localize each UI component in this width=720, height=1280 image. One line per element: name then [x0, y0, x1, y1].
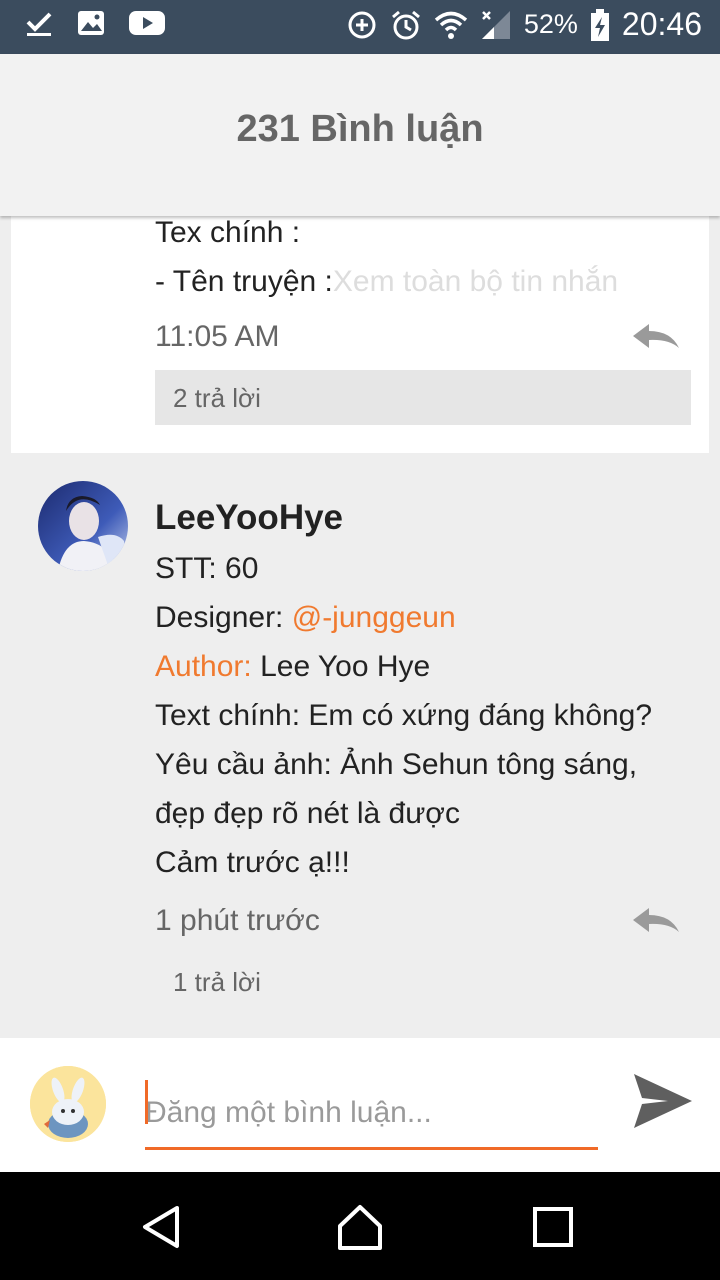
comment-timestamp: 11:05 AM	[155, 320, 280, 353]
comment-text-fragment: - Tên truyện :	[155, 265, 333, 298]
wifi-icon	[434, 10, 468, 40]
clock: 20:46	[621, 6, 702, 42]
comments-list[interactable]: Tex chính : - Tên truyện :Xem toàn bộ ti…	[0, 216, 720, 1038]
comment-text-line: Tex chính :	[155, 216, 301, 249]
download-done-icon	[24, 8, 54, 38]
back-icon[interactable]	[137, 1202, 187, 1252]
battery-charging-icon	[590, 8, 610, 41]
home-icon[interactable]	[335, 1202, 385, 1252]
recent-apps-icon[interactable]	[528, 1202, 578, 1252]
previous-comment-card[interactable]: Tex chính : - Tên truyện :Xem toàn bộ ti…	[11, 216, 709, 453]
youtube-icon	[128, 8, 166, 38]
comment-input[interactable]	[145, 1078, 598, 1150]
app-header: 231 Bình luận	[0, 54, 720, 216]
comment-text-line: Designer: @-junggeun	[155, 601, 456, 635]
replies-count: 2 trả lời	[173, 383, 261, 413]
comment-text-line: - Tên truyện :Xem toàn bộ tin nhắn	[155, 265, 618, 299]
comment-text-line: đẹp đẹp rõ nét là được	[155, 797, 460, 830]
comment-username[interactable]: LeeYooHye	[155, 498, 343, 538]
view-replies-button[interactable]: 1 trả lời	[173, 967, 261, 998]
see-all-message-link[interactable]: Xem toàn bộ tin nhắn	[333, 265, 618, 298]
comment-text-line: Cảm trước ạ!!!	[155, 846, 350, 879]
reply-icon[interactable]	[631, 904, 681, 941]
battery-percent: 52%	[523, 9, 578, 39]
image-icon	[76, 8, 106, 38]
user-mention-link[interactable]: @-junggeun	[292, 601, 456, 634]
send-button[interactable]	[630, 1068, 696, 1134]
status-bar: 52% 20:46	[0, 0, 720, 54]
navigation-bar	[0, 1172, 720, 1280]
reply-icon[interactable]	[631, 320, 681, 357]
signal-icon	[480, 9, 512, 41]
alarm-icon	[390, 9, 422, 41]
comment-text-line: Author: Lee Yoo Hye	[155, 650, 430, 684]
data-saver-icon	[346, 9, 378, 41]
author-label: Author:	[155, 650, 252, 683]
comment-text-line: Text chính: Em có xứng đáng không?	[155, 699, 653, 732]
avatar[interactable]	[38, 481, 128, 571]
comment-composer	[0, 1038, 720, 1172]
comment-text-line: STT: 60	[155, 552, 259, 585]
comment-text-fragment: Lee Yoo Hye	[251, 650, 431, 683]
view-replies-button[interactable]: 2 trả lời	[155, 370, 691, 425]
comment-timestamp: 1 phút trước	[155, 904, 320, 937]
page-title: 231 Bình luận	[236, 108, 484, 150]
comment-text-fragment: Designer:	[155, 601, 292, 634]
text-cursor	[145, 1080, 148, 1124]
comment-text-line: Yêu cầu ảnh: Ảnh Sehun tông sáng,	[155, 748, 638, 781]
my-avatar[interactable]	[30, 1066, 106, 1142]
